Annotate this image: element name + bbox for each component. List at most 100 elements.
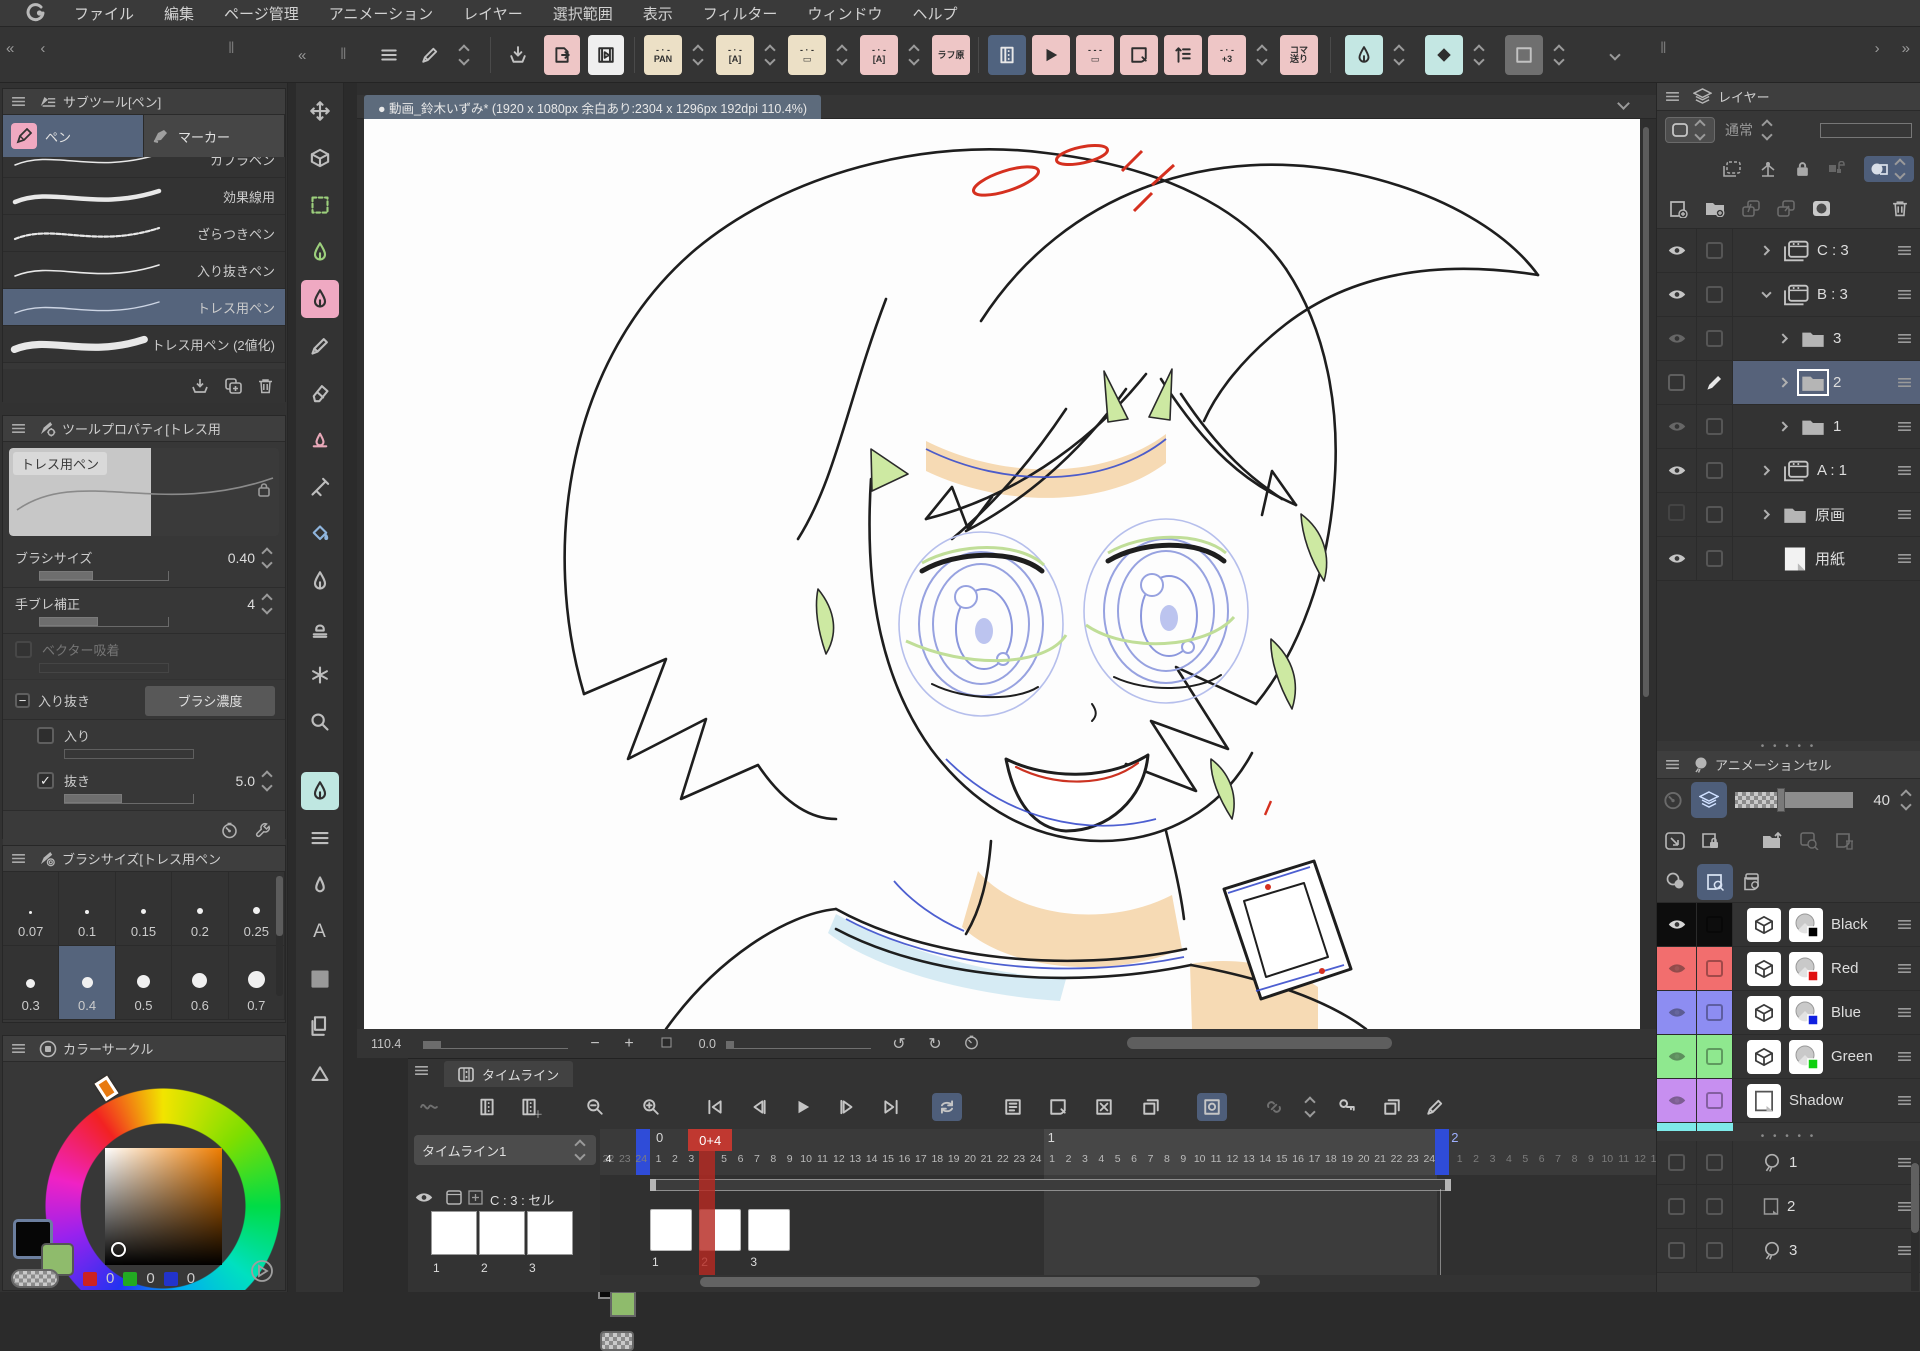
draw-on-cel-toggle[interactable] (1864, 156, 1914, 182)
layer-mask-icon[interactable] (1812, 200, 1831, 217)
auto-action-chevrons[interactable] (760, 35, 780, 75)
koma-okuri-button[interactable]: コマ送り (1280, 35, 1318, 75)
brush-size-slider[interactable] (39, 571, 169, 581)
command-bar-menu[interactable] (372, 35, 406, 75)
brush-item-5[interactable]: トレス用ペン (2値化) (3, 326, 285, 363)
in-out-collapse-icon[interactable]: − (15, 693, 30, 708)
cel-checkbox[interactable] (1697, 1035, 1733, 1078)
selection-button[interactable] (1505, 35, 1543, 75)
edit-timeline[interactable] (1420, 1093, 1450, 1121)
ruler-tool[interactable] (301, 1054, 339, 1092)
cel-chevrons[interactable] (1295, 1093, 1325, 1121)
go-last-frame[interactable] (876, 1093, 906, 1121)
brush-item-1[interactable]: 効果線用 (3, 178, 285, 215)
relative-onion-toggle[interactable] (1697, 864, 1733, 900)
export-icon[interactable] (544, 35, 580, 75)
cel-opacity-slider[interactable] (1735, 792, 1853, 808)
loop-playback-toggle[interactable] (932, 1093, 962, 1121)
timeline-cel-1[interactable] (650, 1209, 692, 1251)
delete-subtool-icon[interactable] (258, 378, 273, 394)
jump-to-cel-icon[interactable] (1665, 832, 1685, 850)
timeline-zoom-out[interactable] (580, 1093, 610, 1121)
track-thumb-2[interactable] (479, 1211, 525, 1255)
menu-1[interactable]: 編集 (164, 6, 194, 23)
timeline-list[interactable] (472, 1093, 502, 1121)
eraser-tool[interactable] (301, 374, 339, 412)
operation-tool[interactable] (301, 139, 339, 177)
tool-switch-chevrons[interactable] (454, 35, 474, 75)
track-eye-icon[interactable] (414, 1191, 434, 1204)
timeline-selector-dropdown[interactable]: タイムライン1 (414, 1135, 596, 1165)
playhead-label[interactable]: 0+4 (688, 1129, 732, 1151)
undo-icon[interactable]: ↺ (881, 1034, 917, 1054)
out-slider[interactable] (64, 794, 194, 804)
material-chevrons[interactable] (832, 35, 852, 75)
layer-row-2[interactable]: 2 (1657, 361, 1920, 405)
playback-end-marker[interactable] (1435, 1129, 1449, 1175)
toolbar-expand-chevron[interactable] (1600, 35, 1630, 75)
collapse-left-icons[interactable]: «‹ (6, 40, 45, 57)
brush-size-0.07[interactable]: 0.07 (3, 872, 59, 946)
track-expand-icon[interactable] (468, 1190, 483, 1205)
cel-search-icon[interactable] (1800, 832, 1819, 850)
layer-draw-target[interactable] (1697, 361, 1733, 404)
new-layer-icon[interactable] (1669, 200, 1688, 218)
new-timeline[interactable]: ＋ (514, 1093, 544, 1121)
decoration-tool[interactable] (301, 609, 339, 647)
cel-layer-shadow[interactable]: Shadow (1657, 1079, 1920, 1123)
auto-action-button[interactable]: - · -[A] (716, 35, 754, 75)
brush-item-2[interactable]: ざらつきペン (3, 215, 285, 252)
layer-visibility[interactable] (1657, 273, 1697, 316)
delete-cel[interactable] (1089, 1093, 1119, 1121)
timeline-menu-icon[interactable] (414, 1065, 429, 1076)
menu-2[interactable]: ページ管理 (224, 6, 299, 23)
cel-visibility[interactable] (1657, 947, 1697, 990)
stabilization-row[interactable]: 手ブレ補正 4 (3, 588, 285, 634)
layer-checkbox[interactable] (1697, 229, 1733, 272)
text-tool[interactable]: A (301, 913, 339, 951)
cel-visibility[interactable] (1657, 1035, 1697, 1078)
out-stepper[interactable] (259, 772, 275, 790)
brush-item-4[interactable]: トレス用ペン (3, 289, 285, 326)
layer-visibility[interactable] (1657, 449, 1697, 492)
toolbar-handle[interactable]: ‖ (340, 35, 347, 75)
cel-timer-icon[interactable] (1663, 790, 1683, 810)
layer-checkbox[interactable] (1697, 273, 1733, 316)
sv-marker[interactable] (111, 1242, 126, 1257)
next-frame[interactable] (832, 1093, 862, 1121)
onion-color-icon[interactable] (1665, 872, 1687, 891)
layer-visibility[interactable] (1657, 317, 1697, 360)
menu-5[interactable]: 選択範囲 (553, 6, 613, 23)
play-button[interactable] (788, 1093, 818, 1121)
tool-property-menu-icon[interactable] (3, 423, 33, 434)
cel-visibility[interactable] (1657, 1079, 1697, 1122)
zoom-out-button[interactable]: − (578, 1035, 612, 1053)
layer-expander[interactable] (1779, 421, 1793, 432)
brush-size-0.5[interactable]: 0.5 (116, 946, 172, 1020)
collapse-right-icons[interactable]: ›» (1875, 40, 1910, 57)
blend-list-tool[interactable] (301, 819, 339, 857)
zoom-tool[interactable] (301, 703, 339, 741)
import-subtool-icon[interactable] (191, 378, 209, 394)
stabilization-stepper[interactable] (259, 595, 275, 613)
playback-range-bar[interactable] (650, 1179, 1451, 1191)
fit-screen-icon[interactable] (646, 1037, 686, 1051)
onion-skin[interactable] (1136, 1093, 1166, 1121)
selection-chevrons[interactable] (1549, 35, 1569, 75)
gradient-tool[interactable] (301, 515, 339, 553)
color-slider-toggle-icon[interactable] (249, 1258, 275, 1284)
in-slider[interactable] (64, 749, 194, 759)
redo-icon[interactable]: ↻ (917, 1034, 953, 1054)
layer-checkbox[interactable] (1697, 449, 1733, 492)
menu-4[interactable]: レイヤー (463, 6, 523, 23)
vector-pen-chevrons[interactable] (1389, 35, 1409, 75)
timeline-scrollbar[interactable] (700, 1277, 1260, 1287)
brush-size-0.6[interactable]: 0.6 (172, 946, 228, 1020)
pen-tool[interactable] (301, 280, 339, 318)
brush-tool[interactable] (301, 562, 339, 600)
brush-size-scrollbar[interactable] (276, 876, 283, 996)
layer-row-A:1[interactable]: A : 1 (1657, 449, 1920, 493)
menu-9[interactable]: ヘルプ (912, 6, 957, 23)
brush-size-row[interactable]: ブラシサイズ 0.40 (3, 542, 285, 588)
eyedropper-tool[interactable] (301, 468, 339, 506)
